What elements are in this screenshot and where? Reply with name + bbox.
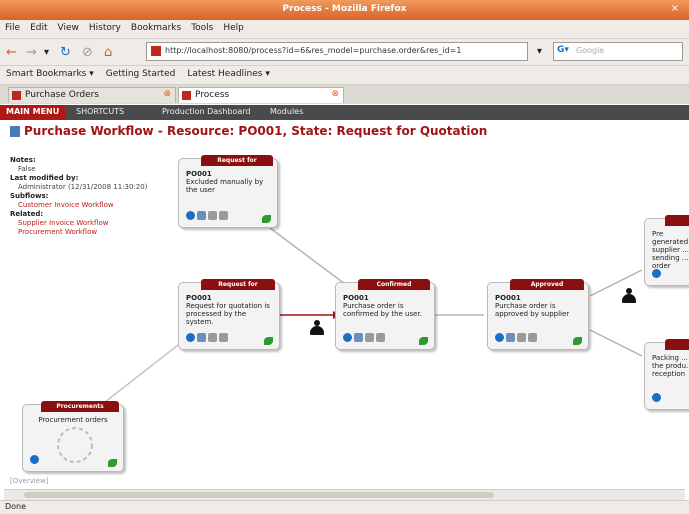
edit-icon[interactable] <box>376 333 385 342</box>
leaf-icon[interactable] <box>573 337 582 345</box>
node-header: Confirmed <box>358 279 430 290</box>
edge-cancelled-confirmed <box>269 227 346 285</box>
node-header: Approved <box>510 279 584 290</box>
print-icon[interactable] <box>208 333 217 342</box>
node-body: PO001 Request for quotation is processed… <box>186 294 275 326</box>
overview-label: [Overview] <box>10 477 49 485</box>
user-icon <box>622 288 636 304</box>
info-icon[interactable] <box>652 393 661 402</box>
document-icon[interactable] <box>506 333 515 342</box>
info-icon[interactable] <box>495 333 504 342</box>
node-header: Request for <box>201 155 273 166</box>
leaf-icon[interactable] <box>262 215 271 223</box>
status-bar: Done <box>0 500 689 514</box>
document-icon[interactable] <box>197 211 206 220</box>
edit-icon[interactable] <box>528 333 537 342</box>
node-id: PO001 <box>186 170 212 178</box>
node-text: Request for quotation is processed by th… <box>186 302 270 326</box>
info-icon[interactable] <box>343 333 352 342</box>
info-icon[interactable] <box>652 269 661 278</box>
node-text: Purchase order is approved by supplier <box>495 302 570 318</box>
node-id: PO001 <box>343 294 369 302</box>
node-body: Pre generated supplier ... sending ... o… <box>652 230 689 270</box>
info-icon[interactable] <box>186 211 195 220</box>
node-actions <box>186 333 230 345</box>
scrollbar-thumb[interactable] <box>24 492 494 498</box>
horizontal-scrollbar[interactable] <box>4 489 685 500</box>
workflow-node-cancelled[interactable]: Request for PO001 Excluded manually by t… <box>178 155 278 228</box>
edge-approved-right-bottom <box>589 329 643 357</box>
node-text: Procurement orders <box>38 416 108 424</box>
workflow-node-approved[interactable]: Approved PO001 Purchase order is approve… <box>487 279 589 350</box>
node-actions <box>343 333 387 345</box>
node-text: Excluded manually by the user <box>186 178 264 194</box>
node-body: Packing ... the produ... reception <box>652 354 689 378</box>
workflow-node-procurements[interactable]: Procurements Procurement orders <box>22 401 124 472</box>
node-text: Purchase order is confirmed by the user. <box>343 302 422 318</box>
node-id: PO001 <box>186 294 212 302</box>
node-body: PO001 Purchase order is confirmed by the… <box>343 294 430 318</box>
node-header <box>665 339 689 350</box>
node-body: PO001 Purchase order is approved by supp… <box>495 294 584 318</box>
leaf-icon[interactable] <box>108 459 117 467</box>
node-body: PO001 Excluded manually by the user <box>186 170 273 194</box>
subflow-circle-icon <box>57 427 93 463</box>
user-icon <box>310 320 324 336</box>
node-actions <box>495 333 539 345</box>
leaf-icon[interactable] <box>419 337 428 345</box>
node-id: PO001 <box>495 294 521 302</box>
workflow-node-confirmed[interactable]: Confirmed PO001 Purchase order is confir… <box>335 279 435 350</box>
document-icon[interactable] <box>197 333 206 342</box>
workflow-node-right-top[interactable]: Pre generated supplier ... sending ... o… <box>644 215 689 286</box>
print-icon[interactable] <box>365 333 374 342</box>
node-text: Pre generated supplier ... sending ... o… <box>652 230 689 270</box>
edit-icon[interactable] <box>219 333 228 342</box>
node-actions <box>652 393 663 405</box>
info-icon[interactable] <box>30 455 39 464</box>
node-actions <box>30 455 41 467</box>
node-header <box>665 215 689 226</box>
print-icon[interactable] <box>517 333 526 342</box>
node-actions <box>186 211 230 223</box>
node-header: Procurements <box>41 401 119 412</box>
print-icon[interactable] <box>208 211 217 220</box>
edge-procurements-rfq <box>99 344 179 407</box>
leaf-icon[interactable] <box>264 337 273 345</box>
node-header: Request for <box>201 279 275 290</box>
status-text: Done <box>5 502 27 511</box>
node-body: Procurement orders <box>27 416 119 424</box>
edit-icon[interactable] <box>219 211 228 220</box>
node-text: Packing ... the produ... reception <box>652 354 689 378</box>
workflow-node-right-bottom[interactable]: Packing ... the produ... reception <box>644 339 689 410</box>
workflow-node-request-for-quotation[interactable]: Request for PO001 Request for quotation … <box>178 279 280 350</box>
document-icon[interactable] <box>354 333 363 342</box>
info-icon[interactable] <box>186 333 195 342</box>
node-actions <box>652 269 663 281</box>
